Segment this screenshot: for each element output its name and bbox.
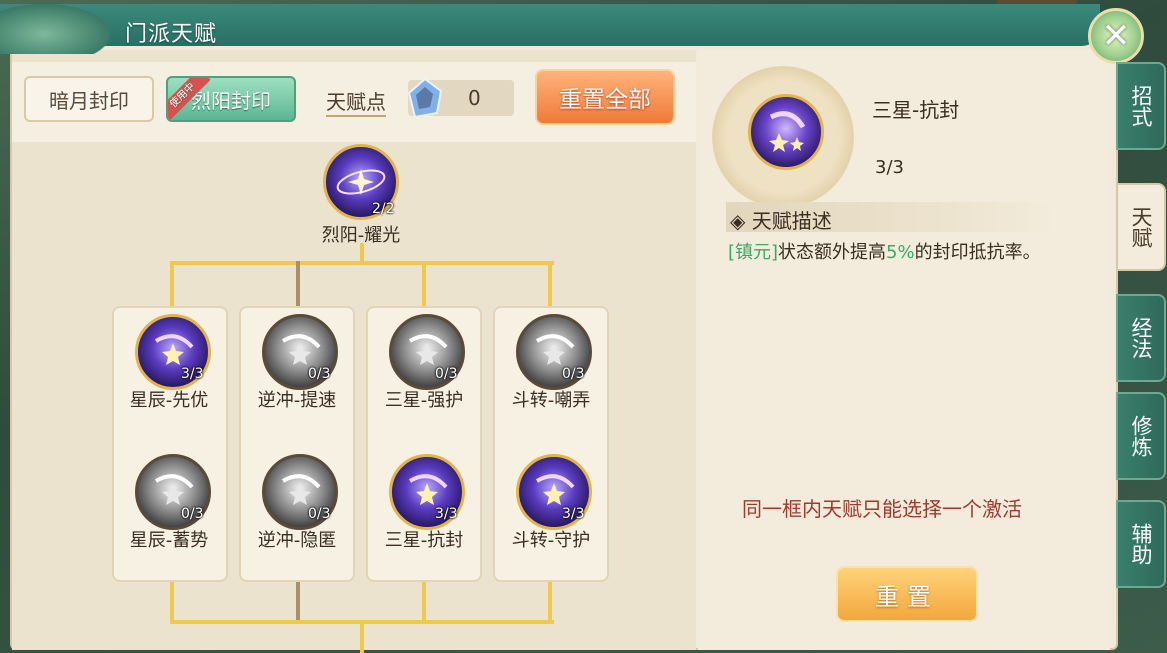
tree-connector [548,582,552,622]
side-tab[interactable]: 天赋 [1116,183,1166,271]
talent-name: 斗转-嘲弄 [511,390,591,411]
tree-connector [548,261,552,307]
description-text: [镇元]状态额外提高5%的封印抵抗率。 [728,240,1058,265]
window-title: 门派天赋 [125,22,218,47]
group-hint: 同一框内天赋只能选择一个激活 [742,497,1022,521]
talent-count: 0/3 [308,366,331,382]
title-bar: 门派天赋 [0,4,1100,54]
cloud-decoration-icon [0,4,110,54]
root-talent-count: 2/2 [372,201,395,217]
tree-connector [360,620,364,653]
talent-count: 0/3 [308,506,331,522]
description-title-text: 天赋描述 [751,209,832,233]
three-star-icon [769,111,806,152]
desc-value: 5% [886,242,915,263]
talent-count: 0/3 [435,366,458,382]
tree-connector [296,261,300,307]
selected-talent-level: 3/3 [875,157,904,178]
desc-mid: 状态额外提高 [778,242,887,263]
tree-connector [422,261,426,307]
talent-name: 逆冲-提速 [257,390,337,411]
reset-all-button[interactable]: 重置全部 [535,69,675,125]
talent-name: 逆冲-隐匿 [257,530,337,551]
tree-connector [170,261,174,307]
tree-connector [170,261,554,265]
talent-points-value: 0 [468,86,481,110]
side-tab[interactable]: 招式 [1116,62,1166,150]
reset-button[interactable]: 重置 [836,566,978,622]
desc-prefix: [镇元] [728,242,779,263]
talent-count: 0/3 [181,506,204,522]
side-tab[interactable]: 辅助 [1116,500,1166,588]
talent-crystal-icon [407,77,443,119]
talent-count: 3/3 [562,506,585,522]
tree-connector [296,582,300,622]
description-title: ◈ 天赋描述 [730,205,832,234]
talent-points-label: 天赋点 [326,86,386,117]
side-tab[interactable]: 经法 [1116,294,1166,382]
tree-connector [422,582,426,622]
talent-name: 三星-抗封 [384,530,464,551]
talent-name: 星辰-先优 [129,390,209,411]
talent-count: 3/3 [181,366,204,382]
talent-name: 三星-强护 [384,390,464,411]
talent-count: 3/3 [435,506,458,522]
desc-suffix: 的封印抵抗率。 [914,242,1041,263]
blazing-sun-seal-label: 烈阳封印 [191,88,271,113]
talent-count: 0/3 [562,366,585,382]
close-icon: ✕ [1101,16,1131,56]
diamond-icon: ◈ [730,209,752,233]
side-tab[interactable]: 修炼 [1116,392,1166,480]
dark-moon-seal-button[interactable]: 暗月封印 [24,76,154,122]
talent-name: 斗转-守护 [511,530,591,551]
selected-talent-name: 三星-抗封 [872,98,960,122]
root-talent-name: 烈阳-耀光 [321,225,401,246]
blazing-sun-seal-button[interactable]: 使用中 烈阳封印 [166,76,296,122]
tree-connector [170,582,174,622]
talent-name: 星辰-蓄势 [129,530,209,551]
close-button[interactable]: ✕ [1088,8,1144,64]
selected-talent-icon [748,94,824,170]
